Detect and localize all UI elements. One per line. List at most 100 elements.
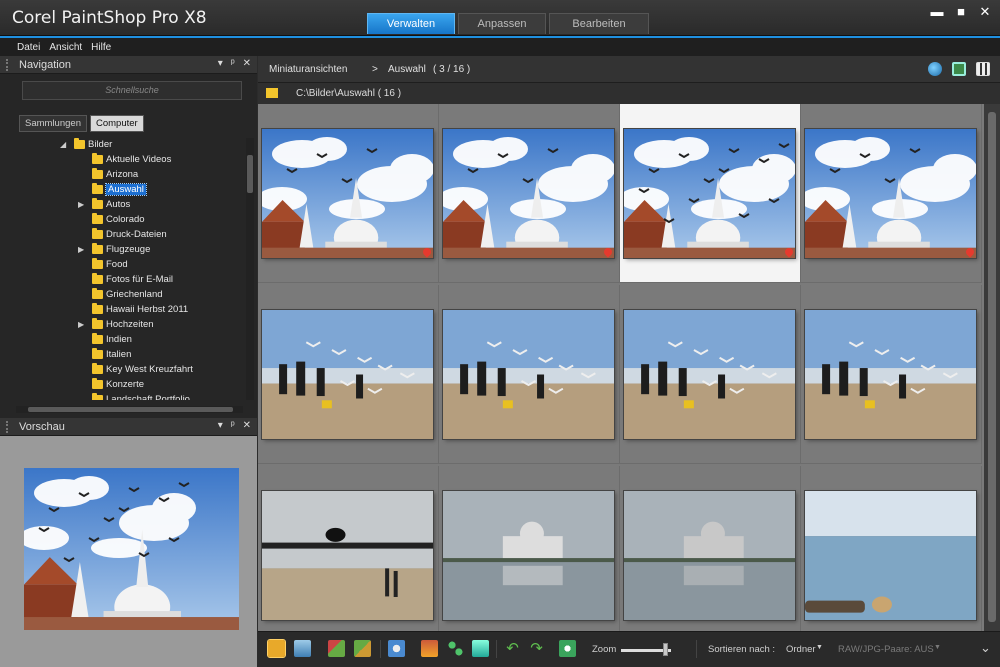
tree-item[interactable]: Griechenland xyxy=(0,288,246,303)
tree-item[interactable]: Key West Kreuzfahrt xyxy=(0,363,246,378)
expand-icon[interactable]: ▶ xyxy=(78,245,84,254)
thumbnail-cell[interactable] xyxy=(439,104,620,283)
people-icon[interactable] xyxy=(388,640,405,657)
expanded-icon[interactable]: ◢ xyxy=(60,140,66,149)
menu-ansicht[interactable]: Ansicht xyxy=(49,42,82,53)
tree-horizontal-scrollbar[interactable] xyxy=(16,406,243,413)
sort-dropdown[interactable]: Ordner xyxy=(786,644,816,655)
tree-item[interactable]: ▶ Autos xyxy=(0,198,246,213)
thumbnail-image[interactable] xyxy=(443,310,614,439)
preview-mode-icon[interactable] xyxy=(952,62,966,76)
slideshow-icon[interactable] xyxy=(472,640,489,657)
globe-icon[interactable] xyxy=(928,62,942,76)
thumbnail-image[interactable] xyxy=(262,491,433,620)
app-title: Corel PaintShop Pro X8 xyxy=(12,8,207,28)
rotate-right-icon[interactable]: ↷ xyxy=(528,640,545,657)
grip-icon[interactable] xyxy=(6,59,12,71)
thumbnail-image[interactable] xyxy=(262,310,433,439)
tab-anpassen[interactable]: Anpassen xyxy=(458,13,546,34)
thumbnail-grid-icon[interactable] xyxy=(976,62,990,76)
share-icon[interactable] xyxy=(447,640,464,657)
maximize-icon[interactable]: ■ xyxy=(954,4,968,20)
tree-item[interactable]: Colorado xyxy=(0,213,246,228)
thumbnail-image[interactable] xyxy=(624,129,795,258)
chevron-down-icon[interactable]: ▼ xyxy=(816,644,823,651)
expand-icon[interactable]: ▶ xyxy=(78,200,84,209)
panel-close-icon[interactable]: ✕ xyxy=(243,58,251,69)
expand-icon[interactable]: ▶ xyxy=(78,320,84,329)
thumbnail-cell[interactable] xyxy=(801,466,982,645)
tree-item[interactable]: ▶ Hochzeiten xyxy=(0,318,246,333)
breadcrumb-current[interactable]: Auswahl xyxy=(388,64,426,75)
thumbnail-image[interactable] xyxy=(443,491,614,620)
tree-item[interactable]: ▶ Flugzeuge xyxy=(0,243,246,258)
pin-icon[interactable]: ᵖ xyxy=(231,420,235,431)
tree-item-label: Bilder xyxy=(88,139,113,150)
panel-close-icon[interactable]: ✕ xyxy=(243,420,251,431)
minimize-icon[interactable]: ▬ xyxy=(930,4,944,20)
tab-bearbeiten[interactable]: Bearbeiten xyxy=(549,13,649,34)
panel-menu-icon[interactable]: ▾ xyxy=(218,420,223,431)
info-toggle-icon[interactable] xyxy=(267,639,286,658)
folder-icon xyxy=(92,318,103,329)
print-icon[interactable] xyxy=(421,640,438,657)
folder-icon xyxy=(266,88,278,98)
menu-datei[interactable]: Datei xyxy=(17,42,40,53)
thumbnail-cell[interactable] xyxy=(258,285,439,464)
grid-scrollbar[interactable] xyxy=(984,104,1000,631)
zoom-slider-knob[interactable] xyxy=(663,643,668,656)
tree-item[interactable]: Druck-Dateien xyxy=(0,228,246,243)
close-icon[interactable]: ✕ xyxy=(978,4,992,20)
thumbnail-cell[interactable] xyxy=(620,285,801,464)
thumbnail-image[interactable] xyxy=(805,129,976,258)
details-icon[interactable] xyxy=(294,640,311,657)
pin-icon[interactable]: ᵖ xyxy=(231,58,235,69)
thumbnail-image[interactable] xyxy=(443,129,614,258)
tree-item[interactable]: Landschaft Portfolio xyxy=(0,393,246,400)
thumbnail-image[interactable] xyxy=(624,491,795,620)
scroll-thumb[interactable] xyxy=(988,112,996,622)
compare-icon[interactable] xyxy=(559,640,576,657)
tab-sammlungen[interactable]: Sammlungen xyxy=(19,115,87,132)
search-input[interactable]: Schnellsuche xyxy=(22,81,242,100)
scroll-thumb[interactable] xyxy=(28,407,233,412)
tree-item[interactable]: Italien xyxy=(0,348,246,363)
breadcrumb-bar: Miniaturansichten > Auswahl ( 3 / 16 ) xyxy=(258,56,1000,83)
panel-menu-icon[interactable]: ▾ xyxy=(218,58,223,69)
tree-item[interactable]: Auswahl xyxy=(0,183,246,198)
thumbnail-cell[interactable] xyxy=(801,104,982,283)
thumbnail-cell[interactable] xyxy=(801,285,982,464)
tree-item[interactable]: Konzerte xyxy=(0,378,246,393)
chevron-down-icon[interactable]: ▼ xyxy=(934,644,941,651)
expand-icon[interactable]: ⌄ xyxy=(980,640,991,656)
thumbnail-image[interactable] xyxy=(262,129,433,258)
tree-item[interactable]: Hawaii Herbst 2011 xyxy=(0,303,246,318)
thumbnail-image[interactable] xyxy=(805,491,976,620)
thumbnail-cell[interactable] xyxy=(620,466,801,645)
breadcrumb-root[interactable]: Miniaturansichten xyxy=(269,64,347,75)
tree-item[interactable]: Food xyxy=(0,258,246,273)
tree-item[interactable]: Fotos für E-Mail xyxy=(0,273,246,288)
raw-jpg-toggle[interactable]: RAW/JPG-Paare: AUS xyxy=(838,644,934,655)
tree-vertical-scrollbar[interactable] xyxy=(246,138,254,400)
thumbnail-cell[interactable] xyxy=(258,104,439,283)
thumbnail-image[interactable] xyxy=(805,310,976,439)
edit-icon[interactable] xyxy=(354,640,371,657)
folder-icon xyxy=(92,258,103,269)
thumbnail-image[interactable] xyxy=(624,310,795,439)
tree-item[interactable]: Indien xyxy=(0,333,246,348)
thumbnail-cell[interactable] xyxy=(258,466,439,645)
tab-computer[interactable]: Computer xyxy=(89,115,144,132)
brush-icon[interactable] xyxy=(328,640,345,657)
tree-item[interactable]: Aktuelle Videos xyxy=(0,153,246,168)
menu-hilfe[interactable]: Hilfe xyxy=(91,42,111,53)
rotate-left-icon[interactable]: ↶ xyxy=(504,640,521,657)
tab-verwalten[interactable]: Verwalten xyxy=(367,13,455,34)
scroll-thumb[interactable] xyxy=(247,155,253,193)
tree-item[interactable]: Arizona xyxy=(0,168,246,183)
tree-item[interactable]: ◢ Bilder xyxy=(0,138,246,153)
thumbnail-cell[interactable] xyxy=(620,104,801,283)
thumbnail-cell[interactable] xyxy=(439,285,620,464)
grip-icon[interactable] xyxy=(6,421,12,433)
thumbnail-cell[interactable] xyxy=(439,466,620,645)
